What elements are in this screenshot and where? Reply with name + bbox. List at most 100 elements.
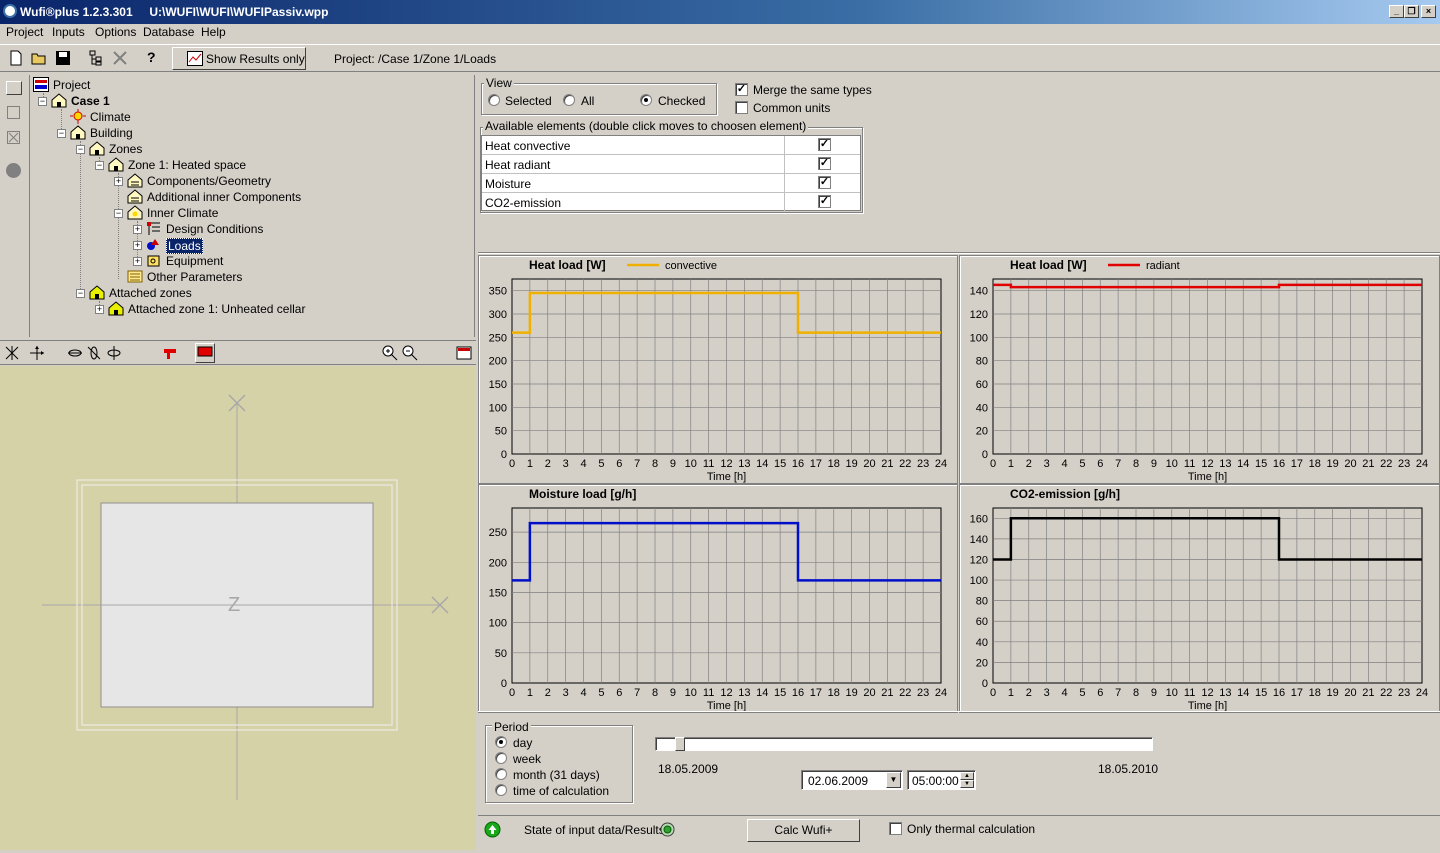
date-dropdown-icon[interactable]: ▼ [886,772,901,788]
x-tick-label: 7 [1115,458,1121,470]
move-icon[interactable] [29,345,45,361]
period-calc-time-radio[interactable] [495,784,507,796]
zoom-out-icon[interactable] [402,345,418,361]
x-tick-label: 7 [1115,687,1121,699]
time-down-icon[interactable]: ▼ [960,780,974,788]
x-tick-label: 15 [1255,687,1267,699]
tree-expand-design-conditions[interactable]: + [133,225,142,234]
y-tick-label: 200 [489,557,507,569]
x-tick-label: 2 [545,458,551,470]
element-row-heat-convective[interactable]: Heat convective ✓ [482,136,860,155]
view-mode-chart-icon[interactable] [6,81,22,95]
x-tick-label: 18 [1309,458,1321,470]
common-units-checkbox[interactable] [735,101,748,114]
tree-remove-icon[interactable] [112,50,128,66]
x-tick-label: 13 [738,687,750,699]
chart-title: Moisture load [g/h] [529,487,636,501]
tree-collapse-building[interactable]: − [57,129,66,138]
date-combo[interactable]: 02.06.2009 ▼ [801,770,903,790]
y-tick-label: 80 [976,596,988,608]
view-all-radio[interactable] [563,94,575,106]
menu-project[interactable]: Project [6,25,43,39]
select-arrow-icon[interactable] [4,345,20,361]
x-tick-label: 14 [1237,687,1249,699]
tree-collapse-case[interactable]: − [38,97,47,106]
menu-database[interactable]: Database [143,25,194,39]
period-month-radio[interactable] [495,768,507,780]
open-folder-icon[interactable] [31,50,47,66]
x-tick-label: 12 [1201,458,1213,470]
x-tick-label: 14 [756,458,768,470]
x-tick-label: 1 [1008,687,1014,699]
tree-expand-loads[interactable]: + [133,241,142,250]
view-mode-sphere-icon[interactable] [6,163,21,178]
date-slider-thumb[interactable] [675,737,685,751]
chart-moisture: 0 50 100 150 200 250 0 1 2 3 4 5 6 7 8 9 10 11 12 13 14 15 16 1… [478,484,958,713]
x-tick-label: 11 [703,687,714,699]
tree-expand-components[interactable]: + [114,177,123,186]
minimize-button[interactable]: _ [1389,5,1404,18]
menu-inputs[interactable]: Inputs [52,25,85,39]
new-file-icon[interactable] [8,50,24,66]
charts-separator [478,252,1440,254]
panel-layout-icon[interactable] [456,345,472,361]
element-checkbox[interactable]: ✓ [818,176,831,189]
red-component-icon[interactable] [162,345,178,361]
period-day-radio[interactable] [495,736,507,748]
time-up-icon[interactable]: ▲ [960,772,974,780]
z-axis-label: Z [228,594,241,616]
x-tick-label: 11 [1184,687,1195,699]
element-row-co2-emission[interactable]: CO2-emission ✓ [482,193,860,212]
tree-collapse-zones[interactable]: − [76,145,85,154]
tree-collapse-inner-climate[interactable]: − [114,209,123,218]
view-mode-cross-icon[interactable] [7,131,20,144]
rotate-z-icon[interactable] [106,345,122,361]
zoom-in-icon[interactable] [382,345,398,361]
element-checkbox[interactable]: ✓ [818,157,831,170]
y-tick-label: 60 [976,616,988,628]
tree-expand-attached-zone-1[interactable]: + [95,305,104,314]
time-field[interactable]: 05:00:00 ▲ ▼ [907,770,976,790]
x-tick-label: 2 [1026,687,1032,699]
x-tick-label: 6 [616,458,622,470]
tree-expand-equipment[interactable]: + [133,257,142,266]
tree-expand-icon[interactable] [88,50,104,66]
element-row-heat-radiant[interactable]: Heat radiant ✓ [482,155,860,174]
show-results-button[interactable]: Show Results only [172,47,306,70]
rotate-x-icon[interactable] [67,345,83,361]
project-path: Project: /Case 1/Zone 1/Loads [334,52,497,66]
element-checkbox[interactable]: ✓ [818,195,831,208]
view-selected-radio[interactable] [488,94,500,106]
status-indicator-icon [660,822,675,837]
help-icon[interactable]: ? [147,49,156,65]
x-tick-label: 22 [1380,458,1392,470]
x-tick-label: 19 [846,458,858,470]
x-tick-label: 1 [1008,458,1014,470]
x-tick-label: 14 [756,687,768,699]
close-button[interactable]: × [1421,5,1436,18]
thermal-only-checkbox[interactable] [889,822,902,835]
menu-help[interactable]: Help [201,25,226,39]
save-icon[interactable] [55,50,71,66]
period-week-radio[interactable] [495,752,507,764]
merge-types-checkbox[interactable]: ✓ [735,83,748,96]
x-tick-label: 9 [1151,458,1157,470]
x-tick-label: 13 [1219,687,1231,699]
tree-collapse-attached-zones[interactable]: − [76,289,85,298]
rotate-y-icon[interactable] [86,345,102,361]
tree-collapse-zone-1[interactable]: − [95,161,104,170]
equipment-icon [147,255,160,267]
calc-wufi-button[interactable]: Calc Wufi+ [747,819,860,842]
restore-button[interactable]: ❐ [1404,5,1419,18]
element-checkbox[interactable]: ✓ [818,138,831,151]
element-row-moisture[interactable]: Moisture ✓ [482,174,860,193]
view-checked-radio[interactable] [640,94,652,106]
time-value: 05:00:00 [912,774,959,788]
red-surface-button[interactable] [195,343,215,363]
view-mode-rect-icon[interactable] [7,106,20,119]
x-tick-label: 19 [1327,458,1339,470]
date-slider[interactable] [655,737,1153,751]
chart-svg: 0204060801001201400 1 2 3 4 5 6 7 8 9 10 11 12 13 14 15… [970,258,1428,483]
menu-options[interactable]: Options [95,25,136,39]
geometry-viewport[interactable]: Z [0,366,476,850]
